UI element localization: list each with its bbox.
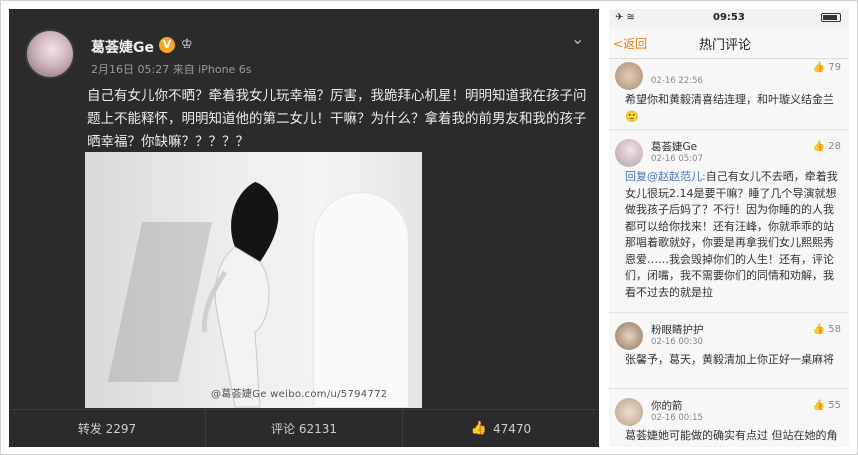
post-meta: 2月16日 05:27 来自 iPhone 6s	[91, 63, 252, 76]
comment-time: 02-16 22:56	[651, 76, 703, 86]
reply-mention[interactable]: 回复@赵赵范儿:	[625, 170, 706, 183]
comment-like[interactable]: 👍 79	[813, 62, 841, 73]
comment-text: 希望你和黄毅清喜结连理，和叶璇义结金兰 🙂	[625, 92, 839, 125]
comment-text: 回复@赵赵范儿:自己有女儿不去晒，牵着我女儿很玩2.14是要干嘛？睡了几个导演就…	[625, 169, 839, 301]
comment-text: 葛荟婕她可能做的确实有点过 但站在她的角度上我也可以体谅她	[625, 429, 838, 447]
avatar[interactable]	[615, 139, 643, 167]
comment-like[interactable]: 👍 58	[813, 324, 841, 335]
comment-item[interactable]: 粉眼睛护护 02-16 00:30 👍 58 张馨予，葛天，黄毅清加上你正好一桌…	[609, 314, 849, 389]
comment-item[interactable]: 02-16 22:56 👍 79 希望你和黄毅清喜结连理，和叶璇义结金兰 🙂	[609, 60, 849, 130]
comment-like-count: 55	[828, 400, 841, 411]
comment-username[interactable]: 葛荟婕Ge	[651, 139, 697, 154]
comment-username[interactable]: 粉眼睛护护	[651, 322, 704, 337]
comment-label: 评论 62131	[271, 422, 337, 436]
post-text: 自己有女儿你不晒？牵着我女儿玩幸福？厉害，我跪拜心机星！明明知道我在孩子问题上不…	[87, 88, 587, 150]
comment-body: 希望你和黄毅清喜结连理，和叶璇义结金兰	[625, 93, 834, 106]
airplane-wifi-icon: ✈ ≋	[615, 12, 635, 23]
screenshot-frame: 葛荟婕Ge V ♔ 2月16日 05:27 来自 iPhone 6s ⌄ 自己有…	[0, 0, 858, 455]
like-button[interactable]: 👍 47470	[403, 410, 599, 447]
chevron-down-icon[interactable]: ⌄	[571, 29, 584, 48]
comment-like-count: 28	[828, 141, 841, 152]
battery-icon	[821, 13, 841, 22]
repost-label: 转发 2297	[77, 422, 137, 436]
comment-button[interactable]: 评论 62131	[206, 410, 403, 447]
avatar[interactable]	[615, 322, 643, 350]
photo-watermark: @葛荟婕Ge weibo.com/u/5794772	[211, 389, 388, 400]
comment-like-count: 79	[828, 62, 841, 73]
back-button[interactable]: <返回	[613, 35, 647, 52]
nav-title: 热门评论	[699, 38, 752, 53]
repost-button[interactable]: 转发 2297	[9, 410, 206, 447]
comment-time: 02-16 05:07	[651, 154, 703, 164]
status-bar: ✈ ≋ 09:53	[609, 9, 849, 27]
chevron-left-icon: <	[613, 37, 624, 51]
comment-time: 02-16 00:15	[651, 413, 703, 423]
phone-screen: ✈ ≋ 09:53 <返回 热门评论 02-16 22:56 👍 79 希望你和…	[609, 9, 849, 447]
like-count: 47470	[493, 421, 532, 436]
comment-item[interactable]: 你的箭 02-16 00:15 👍 55 葛荟婕她可能做的确实有点过 但站在她的…	[609, 390, 849, 447]
post-username[interactable]: 葛荟婕Ge	[91, 37, 154, 57]
comment-like[interactable]: 👍 28	[813, 141, 841, 152]
comment-username[interactable]: 你的箭	[651, 398, 683, 413]
nav-bar: <返回 热门评论	[609, 27, 849, 59]
crown-icon: ♔	[181, 37, 193, 52]
weibo-post-card: 葛荟婕Ge V ♔ 2月16日 05:27 来自 iPhone 6s ⌄ 自己有…	[9, 9, 599, 447]
comment-like[interactable]: 👍 55	[813, 400, 841, 411]
post-photo[interactable]: @葛荟婕Ge weibo.com/u/5794772	[85, 152, 422, 408]
post-action-bar: 转发 2297 评论 62131 👍 47470	[9, 409, 599, 447]
thumbs-up-icon: 👍	[470, 421, 487, 436]
avatar[interactable]	[615, 62, 643, 90]
avatar[interactable]	[25, 29, 75, 79]
photo-arch	[313, 192, 409, 408]
status-time: 09:53	[713, 12, 745, 23]
comment-body: 自己有女儿不去晒，牵着我女儿很玩2.14是要干嘛？睡了几个导演就想做我孩子后妈了…	[625, 170, 838, 299]
comment-text: 张馨予，葛天，黄毅清加上你正好一桌麻将	[625, 353, 834, 366]
comment-time: 02-16 00:30	[651, 337, 703, 347]
verified-badge-icon: V	[159, 37, 175, 53]
comment-item[interactable]: 葛荟婕Ge 02-16 05:07 👍 28 回复@赵赵范儿:自己有女儿不去晒，…	[609, 131, 849, 313]
avatar[interactable]	[615, 398, 643, 426]
back-label: 返回	[623, 37, 648, 51]
emoji-icon: 🙂	[625, 109, 639, 123]
comment-like-count: 58	[828, 324, 841, 335]
